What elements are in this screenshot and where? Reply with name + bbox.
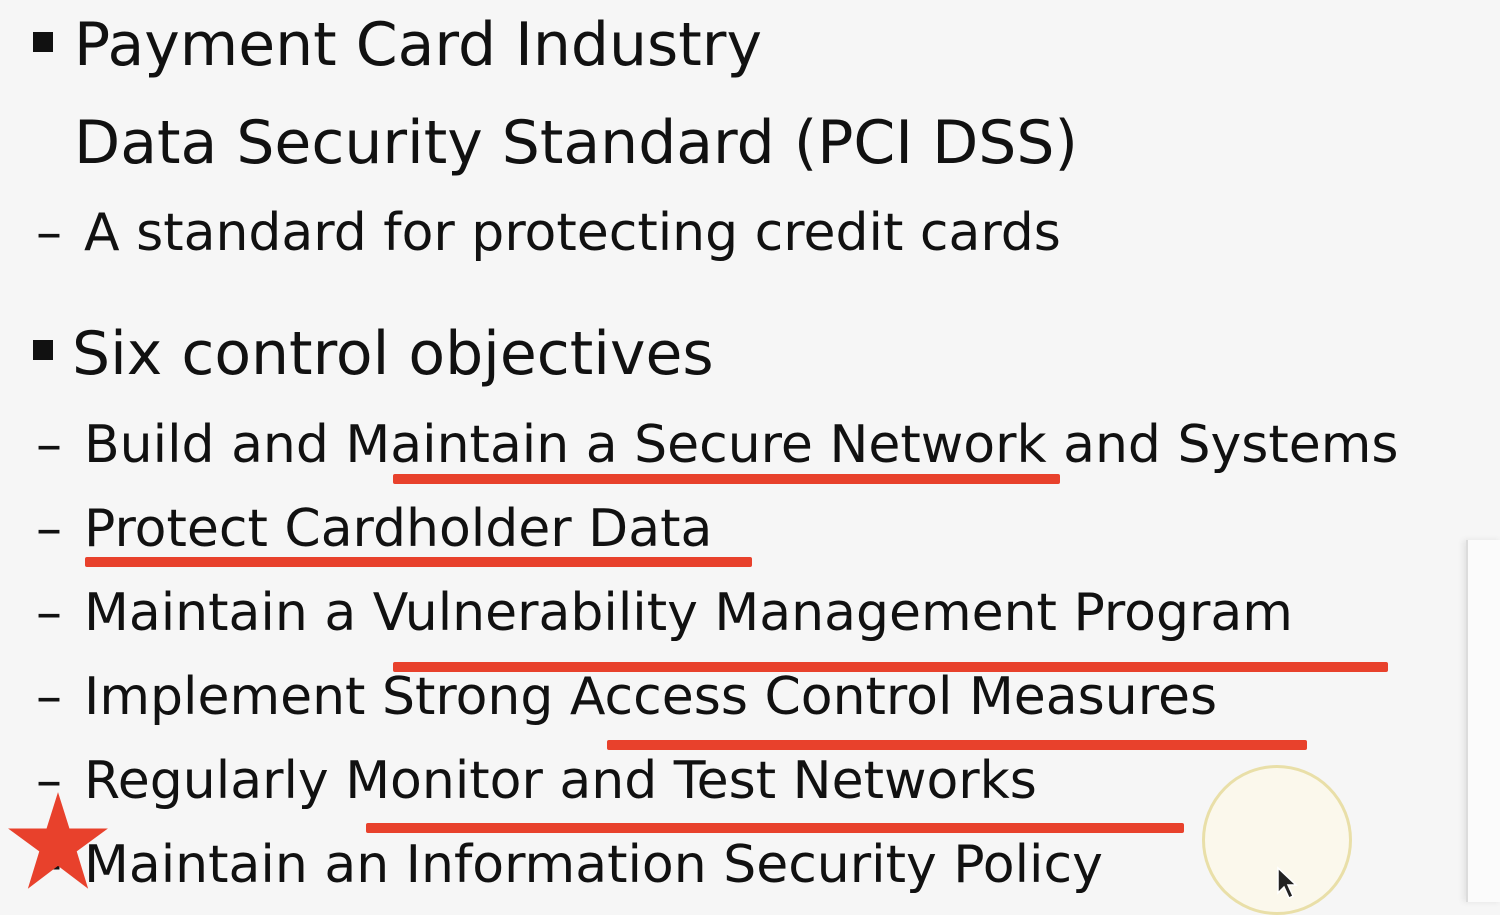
bullet-square [33,32,53,52]
mouse-pointer-icon [1277,866,1298,900]
annotation-underline [393,474,1060,484]
objective-item: Maintain an Information Security Policy [84,835,1103,895]
bullet-square [33,340,53,360]
dash-marker: – [36,415,62,475]
bullet-heading-pci: Payment Card Industry [74,10,762,80]
slide: Payment Card Industry Data Security Stan… [0,0,1500,915]
bullet-heading-pci-line2: Data Security Standard (PCI DSS) [74,108,1078,178]
objective-item: Implement Strong Access Control Measures [84,667,1218,727]
objective-item: Maintain a Vulnerability Management Prog… [84,583,1293,643]
dash-marker: – [36,499,62,559]
objective-item: Protect Cardholder Data [84,499,713,559]
objective-item: Regularly Monitor and Test Networks [84,751,1037,811]
annotation-underline [393,662,1388,672]
bullet-heading-objectives: Six control objectives [72,319,714,389]
star-icon [8,792,108,889]
objective-item: Build and Maintain a Secure Network and … [84,415,1399,475]
annotation-underline [366,823,1184,833]
annotation-underline [607,740,1307,750]
side-panel-edge [1466,540,1500,902]
dash-marker: – [36,203,62,263]
sub-bullet-description: A standard for protecting credit cards [84,203,1061,263]
dash-marker: – [36,667,62,727]
dash-marker: – [36,583,62,643]
annotation-underline [85,557,752,567]
